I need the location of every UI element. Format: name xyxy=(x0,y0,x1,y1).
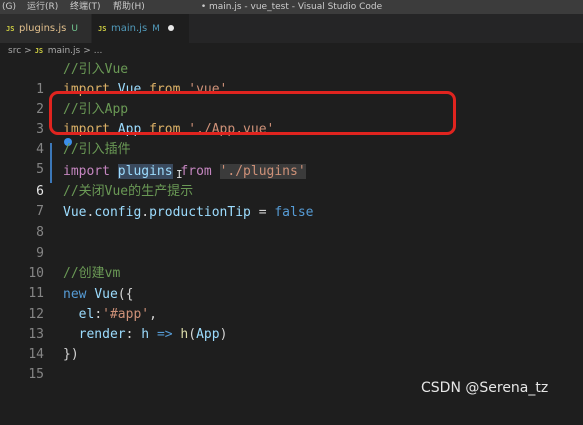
code-line[interactable]: 1 //引入Vue xyxy=(0,60,583,97)
code-line[interactable]: 9 xyxy=(0,224,583,261)
js-file-icon: JS xyxy=(98,25,107,33)
js-file-icon: JS xyxy=(34,47,44,55)
code-line[interactable]: 14 render: h => h(App) xyxy=(0,325,583,362)
code-line[interactable]: 10 xyxy=(0,244,583,281)
breadcrumb-src[interactable]: src xyxy=(8,46,21,56)
chevron-right-icon: > xyxy=(24,46,32,56)
code-text: //创建vm xyxy=(63,266,121,281)
code-text: }) xyxy=(63,347,79,362)
tab-label: main.js xyxy=(111,23,148,34)
code-text: //引入插件 xyxy=(63,142,131,157)
title-bar: (G) 运行(R) 终端(T) 帮助(H) • main.js - vue_te… xyxy=(0,0,583,14)
git-status-modified: M xyxy=(152,24,160,34)
code-text: render: h => h(App) xyxy=(78,327,228,342)
menu-go[interactable]: (G) xyxy=(2,0,16,14)
annotation-highlight-box xyxy=(49,91,456,135)
code-line[interactable]: 7 //关闭Vue的生产提示 xyxy=(0,182,583,219)
code-text: el:'#app', xyxy=(78,307,157,322)
tab-main-js[interactable]: JS main.js M xyxy=(92,14,189,43)
code-text: import plugins from './plugins' xyxy=(63,164,306,179)
tab-plugins-js[interactable]: JS plugins.js U xyxy=(0,14,92,43)
menu-terminal[interactable]: 终端(T) xyxy=(70,0,101,14)
code-line[interactable]: 12 new Vue({ xyxy=(0,285,583,322)
window-title: • main.js - vue_test - Visual Studio Cod… xyxy=(200,2,383,12)
watermark: CSDN @Serena_tz xyxy=(421,380,549,396)
code-line[interactable]: 11 //创建vm xyxy=(0,264,583,301)
tab-label: plugins.js xyxy=(19,23,67,34)
code-text: //引入Vue xyxy=(63,62,129,77)
menu-help[interactable]: 帮助(H) xyxy=(113,0,145,14)
code-text: new Vue({ xyxy=(63,287,134,302)
menu-run[interactable]: 运行(R) xyxy=(27,0,58,14)
code-line[interactable]: 8 Vue.config.productionTip = false xyxy=(0,203,583,240)
line-number: 15 xyxy=(28,367,44,382)
code-text: Vue.config.productionTip = false xyxy=(63,205,314,220)
breadcrumb: src > JS main.js >... xyxy=(0,43,583,60)
git-status-untracked: U xyxy=(71,24,78,34)
breadcrumb-file[interactable]: main.js xyxy=(48,46,81,56)
code-line-active[interactable]: 6 import plugins from './plugins' I xyxy=(0,162,583,199)
chevron-right-icon: > xyxy=(83,46,91,56)
code-line[interactable]: 15 }) xyxy=(0,345,583,382)
text-cursor-icon: I xyxy=(176,168,183,181)
js-file-icon: JS xyxy=(6,25,15,33)
breadcrumb-symbol[interactable]: ... xyxy=(94,46,103,56)
unsaved-dot-icon[interactable] xyxy=(167,25,174,31)
code-line[interactable]: 5 //引入插件 xyxy=(0,138,583,177)
code-text: //关闭Vue的生产提示 xyxy=(63,184,194,199)
code-line[interactable]: 13 el:'#app', xyxy=(0,305,583,342)
editor-tabs: JS plugins.js U JS main.js M xyxy=(0,14,583,43)
